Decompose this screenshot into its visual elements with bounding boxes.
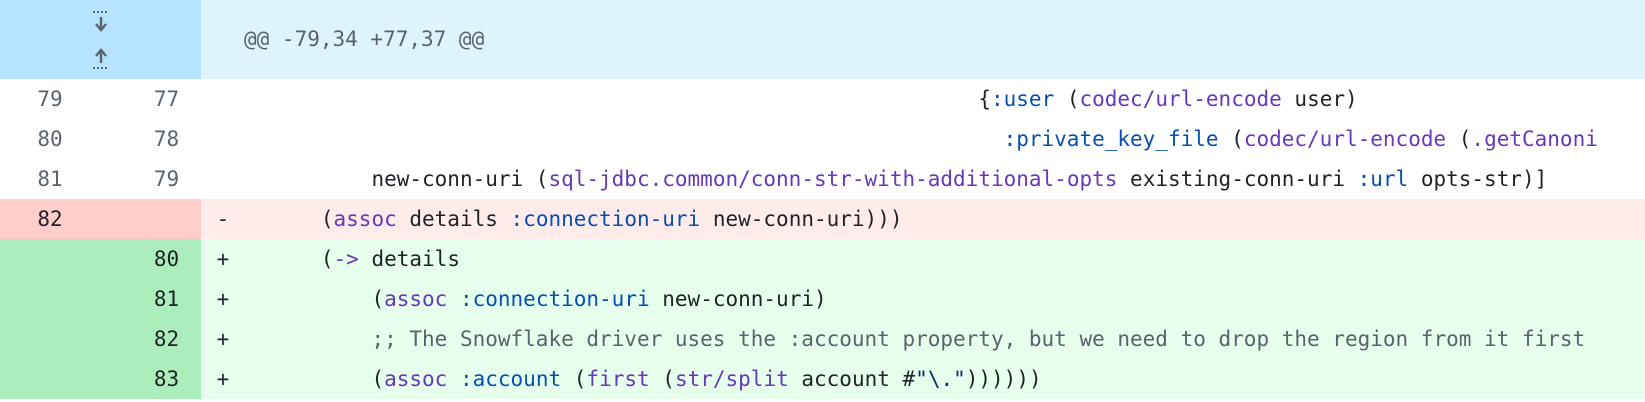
diff-marker [201, 119, 245, 159]
diff-line-addition: 80 + (-> details [0, 239, 1645, 279]
expand-down-icon[interactable] [87, 7, 115, 37]
diff-marker: + [216, 247, 230, 271]
code-line: {:user (codec/url-encode user) [978, 87, 1358, 111]
hunk-header-row: @@ -79,34 +77,37 @@ [0, 0, 1645, 79]
old-line-number[interactable] [0, 359, 100, 399]
new-line-number[interactable]: 81 [100, 279, 201, 319]
diff-line-addition: 83 + (assoc :account (first (str/split a… [0, 359, 1645, 399]
old-line-number[interactable]: 82 [0, 199, 100, 239]
diff-marker: - [216, 207, 230, 231]
code-line: new-conn-uri (sql-jdbc.common/conn-str-w… [371, 167, 1548, 191]
code-line: :private_key_file (codec/url-encode (.ge… [1003, 127, 1598, 151]
new-line-number[interactable]: 83 [100, 359, 201, 399]
expand-up-icon[interactable] [87, 43, 115, 73]
diff-marker: + [216, 327, 230, 351]
diff-view: @@ -79,34 +77,37 @@ 79 77 {:user (codec/… [0, 0, 1645, 399]
old-line-number[interactable]: 80 [0, 119, 100, 159]
diff-marker: + [216, 287, 230, 311]
old-line-number[interactable] [0, 279, 100, 319]
hunk-expander [0, 0, 201, 79]
diff-line-deletion: 82 - (assoc details :connection-uri new-… [0, 199, 1645, 239]
new-line-number[interactable] [100, 199, 201, 239]
old-line-number[interactable]: 81 [0, 159, 100, 199]
new-line-number[interactable]: 80 [100, 239, 201, 279]
code-line: ;; The Snowflake driver uses the :accoun… [371, 327, 1586, 351]
diff-marker [201, 159, 245, 199]
hunk-header-text: @@ -79,34 +77,37 @@ [244, 27, 485, 51]
diff-marker: + [216, 367, 230, 391]
new-line-number[interactable]: 82 [100, 319, 201, 359]
old-line-number[interactable]: 79 [0, 79, 100, 119]
diff-marker [201, 79, 245, 119]
old-line-number[interactable] [0, 319, 100, 359]
diff-line: 81 79 new-conn-uri (sql-jdbc.common/conn… [0, 159, 1645, 199]
code-line: (assoc :account (first (str/split accoun… [371, 367, 1042, 391]
code-line: (assoc :connection-uri new-conn-uri) [371, 287, 827, 311]
code-line: (assoc details :connection-uri new-conn-… [320, 207, 903, 231]
code-line: (-> details [320, 247, 460, 271]
diff-line-addition: 81 + (assoc :connection-uri new-conn-uri… [0, 279, 1645, 319]
old-line-number[interactable] [0, 239, 100, 279]
diff-line-addition: 82 + ;; The Snowflake driver uses the :a… [0, 319, 1645, 359]
diff-line: 79 77 {:user (codec/url-encode user) [0, 79, 1645, 119]
new-line-number[interactable]: 77 [100, 79, 201, 119]
new-line-number[interactable]: 79 [100, 159, 201, 199]
new-line-number[interactable]: 78 [100, 119, 201, 159]
diff-line: 80 78 :private_key_file (codec/url-encod… [0, 119, 1645, 159]
